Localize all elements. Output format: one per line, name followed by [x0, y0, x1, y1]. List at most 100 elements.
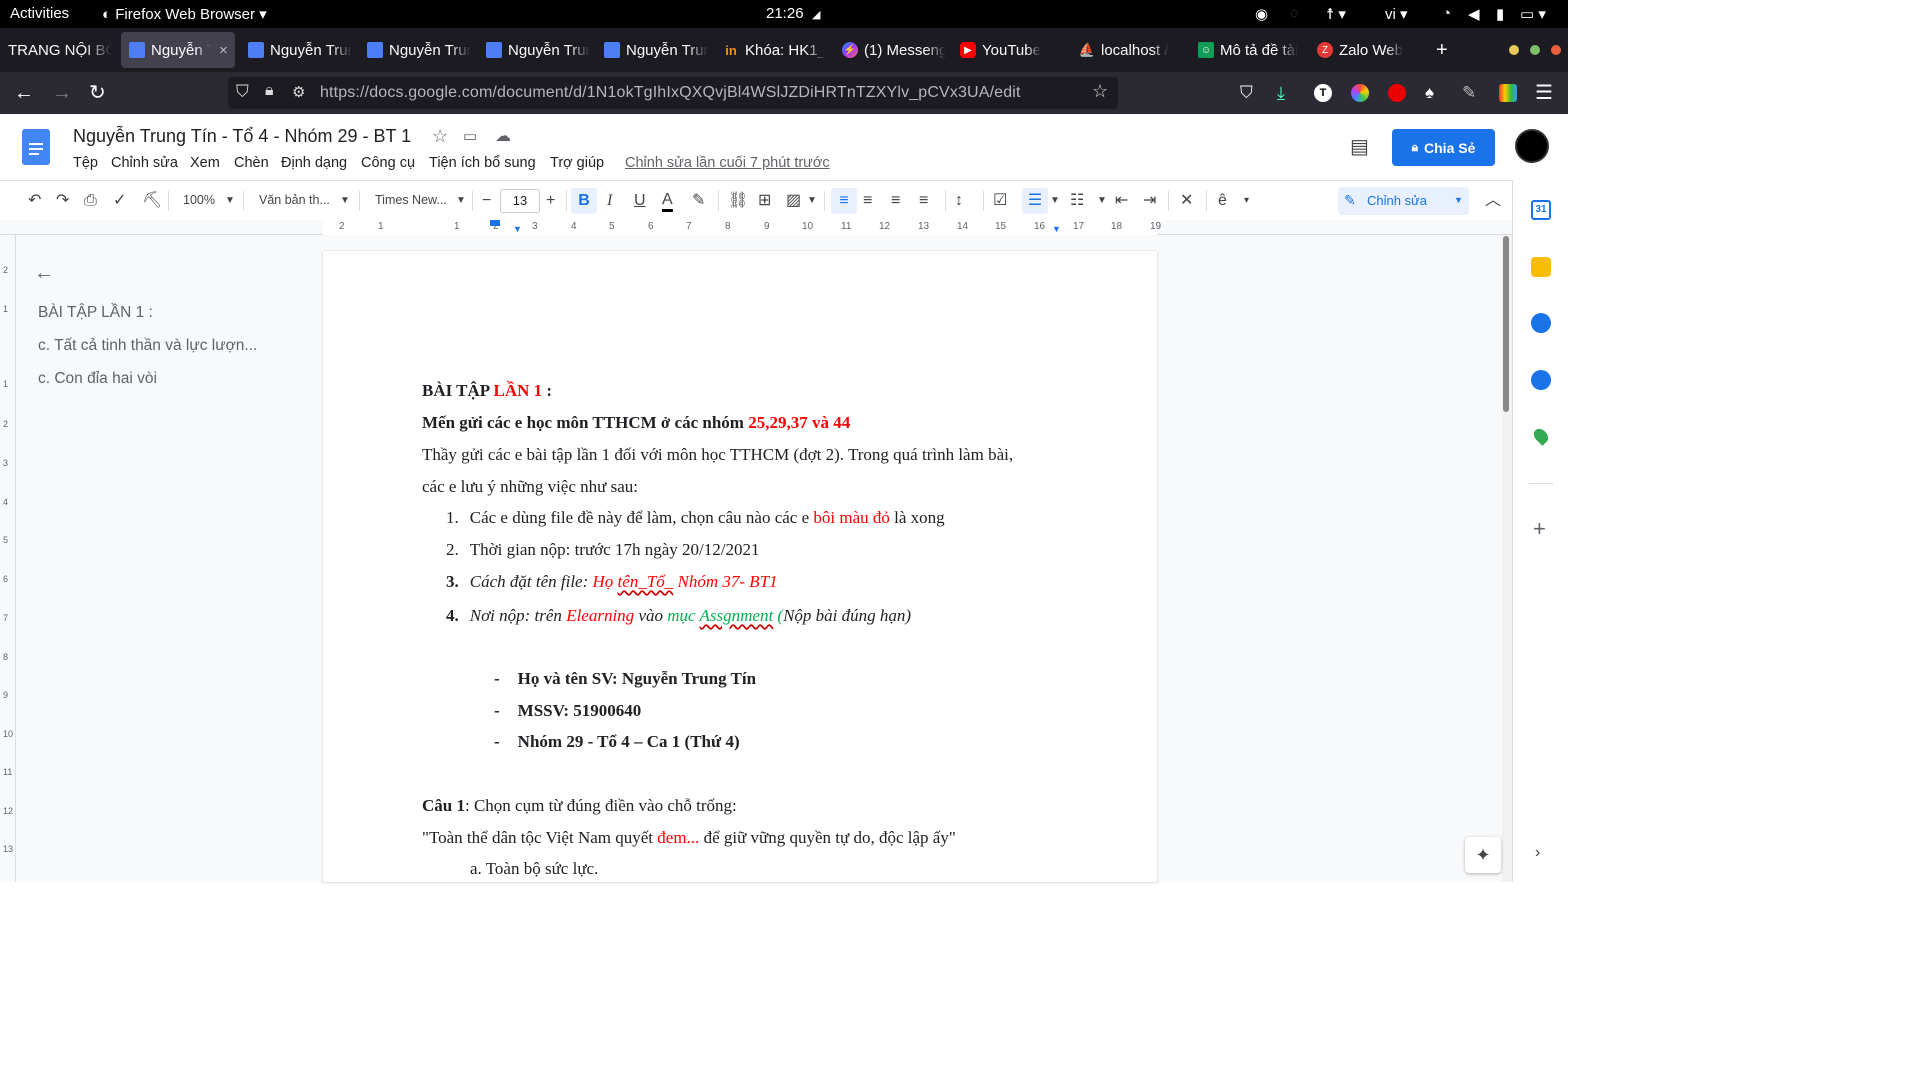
tab-2[interactable]: Nguyễn Trung Tín [240, 32, 352, 68]
accessibility-icon[interactable]: ☨ ▾ [1326, 5, 1346, 23]
minimize-window-icon[interactable] [1509, 45, 1519, 55]
move-folder-icon[interactable]: ▭ [463, 127, 477, 145]
horizontal-ruler[interactable]: 2 1 1 2 3 4 5 6 7 8 9 10 11 12 13 14 15 16 17 18 19 ▼ ▼ [0, 220, 1512, 235]
redo-icon[interactable]: ↷ [56, 191, 69, 211]
mic-icon[interactable]: ▮ [1496, 5, 1504, 23]
contacts-icon[interactable] [1531, 370, 1551, 390]
menu-file[interactable]: Tệp [73, 155, 98, 171]
text-color-button[interactable]: A [662, 191, 673, 212]
clear-formatting-icon[interactable]: ✕ [1180, 191, 1193, 211]
bulleted-list-button[interactable]: ☰ [1022, 188, 1048, 214]
paint-format-icon[interactable]: ⛏ [142, 191, 162, 211]
tab-10[interactable]: ☺ Mô tả đề tài [1190, 32, 1302, 68]
color-picker-extension-icon[interactable] [1351, 84, 1369, 102]
line-spacing-icon[interactable]: ↕ [955, 191, 963, 211]
forward-icon[interactable]: → [52, 81, 72, 105]
collapse-menus-icon[interactable]: ︿ [1485, 191, 1501, 211]
tab-0[interactable]: TRANG NỘI BỘ [0, 32, 112, 68]
tab-9[interactable]: ⛵ localhost / [1071, 32, 1183, 68]
clock[interactable]: 21:26 [766, 5, 804, 22]
right-indent-marker-icon[interactable]: ▼ [1052, 224, 1061, 234]
new-tab-button[interactable]: + [1428, 32, 1458, 68]
extension-google-icon[interactable] [1499, 84, 1517, 102]
insert-image-icon[interactable]: ▨ [786, 191, 801, 211]
tab-11[interactable]: Z Zalo Web [1309, 32, 1421, 68]
zoom-select[interactable]: 100% [183, 193, 215, 207]
add-addon-icon[interactable]: + [1533, 516, 1546, 542]
avatar[interactable] [1515, 129, 1549, 163]
paragraph-style-select[interactable]: Văn bản th... [259, 193, 330, 207]
answer-option-a[interactable]: a. Toàn bộ sức lực. [470, 859, 598, 879]
align-right-icon[interactable]: ≡ [891, 191, 900, 211]
keep-icon[interactable] [1531, 257, 1551, 277]
discord-icon[interactable]: ◉ [1255, 5, 1268, 23]
calendar-icon[interactable]: 31 [1531, 200, 1551, 220]
editing-mode-select[interactable]: ✎ Chỉnh sửa ▼ [1338, 187, 1469, 215]
close-tab-icon[interactable]: × [219, 42, 228, 59]
align-center-icon[interactable]: ≡ [863, 191, 872, 211]
adblock-extension-icon[interactable] [1388, 84, 1406, 102]
outline-item-2[interactable]: c. Con đỉa hai vòi [38, 370, 157, 388]
tracking-shield-icon[interactable]: ⛉ [236, 82, 249, 102]
comment-history-icon[interactable]: ▤ [1350, 134, 1369, 159]
numbered-list-icon[interactable]: ☷ [1070, 191, 1084, 211]
increase-indent-icon[interactable]: ⇥ [1143, 191, 1156, 211]
url-text[interactable]: https://docs.google.com/document/d/1N1ok… [320, 84, 1021, 102]
add-comment-icon[interactable]: ⊞ [758, 191, 771, 211]
bookmark-star-icon[interactable]: ☆ [1092, 81, 1108, 102]
decrease-indent-icon[interactable]: ⇤ [1115, 191, 1128, 211]
align-left-button[interactable]: ≡ [831, 188, 857, 214]
decrease-font-size-button[interactable]: − [482, 191, 491, 211]
docs-logo-icon[interactable] [22, 129, 50, 165]
menu-help[interactable]: Trợ giúp [550, 155, 604, 171]
checklist-icon[interactable]: ☑ [993, 191, 1007, 211]
battery-icon[interactable]: ▭ ▾ [1520, 5, 1546, 23]
spellcheck-icon[interactable]: ✓ [113, 191, 126, 211]
bold-button[interactable]: B [571, 188, 597, 214]
font-size-input[interactable]: 13 [500, 189, 540, 213]
extension-brush-icon[interactable]: ✎ [1462, 81, 1476, 105]
tab-6[interactable]: in Khóa: HK1_ [715, 32, 827, 68]
app-menu-hamburger-icon[interactable]: ☰ [1535, 81, 1553, 105]
tasks-icon[interactable] [1531, 313, 1551, 333]
scrollbar-thumb[interactable] [1503, 236, 1509, 412]
close-outline-icon[interactable]: ← [34, 262, 54, 285]
chevron-right-icon[interactable]: › [1535, 844, 1540, 862]
pocket-icon[interactable]: ⛉ [1240, 81, 1253, 105]
permissions-icon[interactable]: ⚙ [292, 83, 305, 101]
extension-bomb-icon[interactable]: ♠ [1425, 81, 1434, 105]
menu-edit[interactable]: Chỉnh sửa [111, 155, 178, 171]
menu-tools[interactable]: Công cụ [361, 155, 415, 171]
last-edit-link[interactable]: Chỉnh sửa lần cuối 7 phút trước [625, 155, 830, 171]
menu-view[interactable]: Xem [190, 155, 220, 171]
font-select[interactable]: Times New... [375, 193, 447, 207]
italic-button[interactable]: I [607, 191, 612, 211]
app-menu[interactable]: ◐ Firefox Web Browser ▾ [102, 5, 267, 23]
maps-icon[interactable] [1531, 426, 1551, 446]
input-tools-icon[interactable]: ê [1218, 191, 1227, 211]
wifi-icon[interactable]: ◔ [1442, 5, 1451, 22]
print-icon[interactable]: ⎙ [84, 191, 97, 211]
outline-item-1[interactable]: c. Tất cả tinh thần và lực lượn... [38, 337, 257, 355]
back-icon[interactable]: ← [14, 81, 34, 105]
downloads-icon[interactable]: ⤓ [1277, 81, 1285, 105]
close-window-icon[interactable] [1551, 45, 1561, 55]
menu-insert[interactable]: Chèn [234, 155, 269, 171]
underline-button[interactable]: U [634, 191, 646, 211]
reload-icon[interactable]: ↻ [89, 81, 106, 105]
justify-icon[interactable]: ≡ [919, 191, 928, 211]
first-line-indent-marker-icon[interactable] [490, 220, 500, 226]
address-bar[interactable]: ⛉ 🔒︎ ⚙ https://docs.google.com/document/… [228, 77, 1118, 109]
tab-5[interactable]: Nguyễn Trung Tín [596, 32, 708, 68]
tab-8[interactable]: ▶ YouTube [952, 32, 1064, 68]
tab-1[interactable]: Nguyễn Trung Tín × [121, 32, 235, 68]
tab-7[interactable]: ⚡ (1) Messenger [834, 32, 946, 68]
tab-3[interactable]: Nguyễn Trung Tín [359, 32, 471, 68]
outline-item-0[interactable]: BÀI TẬP LẦN 1 : [38, 304, 153, 322]
document-title[interactable]: Nguyễn Trung Tín - Tổ 4 - Nhóm 29 - BT 1 [73, 126, 411, 147]
activities-button[interactable]: Activities [10, 5, 69, 22]
tab-4[interactable]: Nguyễn Trung Tín [478, 32, 590, 68]
menu-addons[interactable]: Tiện ích bổ sung [429, 155, 536, 171]
left-indent-marker-icon[interactable]: ▼ [513, 224, 522, 234]
extension-t-icon[interactable]: T [1314, 84, 1332, 102]
